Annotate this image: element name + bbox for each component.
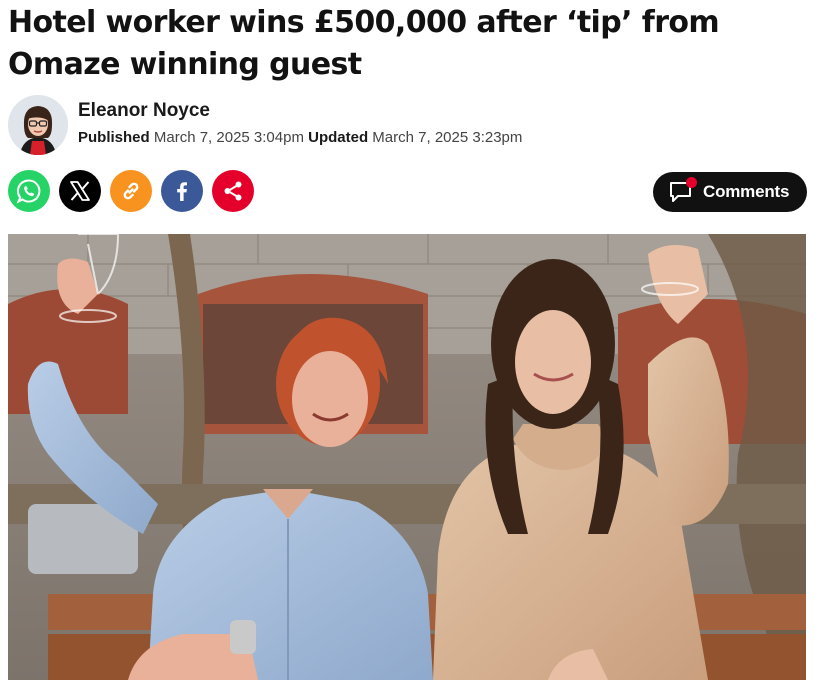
byline: Eleanor Noyce Published March 7, 2025 3:…	[8, 94, 522, 156]
comments-button[interactable]: Comments	[653, 172, 807, 212]
whatsapp-share-button[interactable]	[8, 170, 50, 212]
share-button[interactable]	[212, 170, 254, 212]
facebook-icon	[177, 182, 187, 201]
article-headline: Hotel worker wins £500,000 after ‘tip’ f…	[8, 5, 720, 82]
share-icon	[224, 181, 242, 201]
facebook-share-button[interactable]	[161, 170, 203, 212]
link-icon	[123, 182, 139, 200]
comment-bubble-icon	[669, 177, 697, 203]
whatsapp-icon	[16, 179, 41, 204]
x-share-button[interactable]	[59, 170, 101, 212]
updated-label: Updated	[308, 128, 369, 146]
published-date: March 7, 2025 3:04pm	[153, 128, 304, 146]
updated-date: March 7, 2025 3:23pm	[372, 128, 523, 146]
published-label: Published	[78, 128, 150, 146]
x-logo-icon	[70, 181, 90, 201]
comments-label: Comments	[703, 182, 790, 201]
author-avatar[interactable]	[8, 95, 68, 155]
share-bar	[8, 170, 254, 212]
hero-image	[8, 234, 806, 680]
notification-dot	[686, 177, 697, 188]
author-name[interactable]: Eleanor Noyce	[78, 98, 522, 124]
copy-link-button[interactable]	[110, 170, 152, 212]
article-dates: Published March 7, 2025 3:04pm Updated M…	[78, 127, 522, 149]
